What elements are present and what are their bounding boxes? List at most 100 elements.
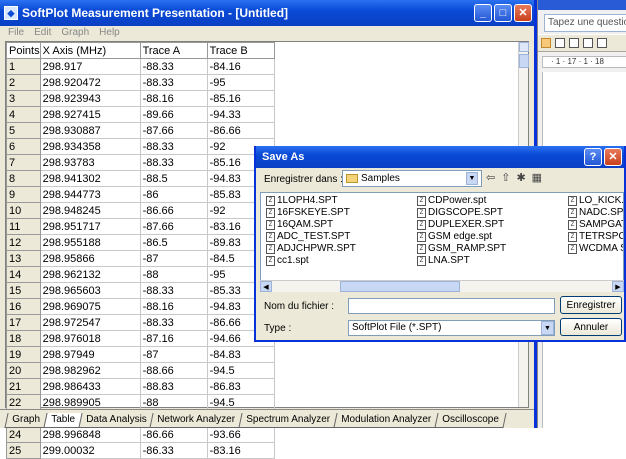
file-item[interactable]: ZSAMPGATE.	[568, 219, 623, 230]
file-item[interactable]: Zcc1.spt	[266, 255, 309, 266]
tab-spectrum-analyzer[interactable]: Spectrum Analyzer	[238, 413, 338, 428]
cell-point[interactable]: 10	[6, 202, 41, 219]
file-item[interactable]: Z GSM edge.spt	[417, 231, 492, 242]
cell-x-axis[interactable]: 298.976018	[39, 330, 141, 347]
cell-trace-a[interactable]: -88.16	[139, 90, 208, 107]
cell-x-axis[interactable]: 298.97949	[39, 346, 141, 363]
cell-x-axis[interactable]: 298.951717	[39, 218, 141, 235]
cell-point[interactable]: 5	[6, 122, 41, 139]
cell-trace-b[interactable]: -84.83	[206, 346, 275, 363]
file-item[interactable]: Z GSM_RAMP.SPT	[417, 243, 506, 254]
file-item[interactable]: Z ADJCHPWR.SPT	[266, 243, 356, 254]
numbering-icon[interactable]	[569, 38, 579, 48]
cell-trace-a[interactable]: -86.5	[139, 234, 208, 251]
file-item[interactable]: Z LNA.SPT	[417, 255, 470, 266]
file-item[interactable]: Z ADC_TEST.SPT	[266, 231, 350, 242]
bullets-icon[interactable]	[583, 38, 593, 48]
cell-trace-a[interactable]: -88.5	[139, 170, 208, 187]
align-center-icon[interactable]	[555, 38, 565, 48]
up-folder-icon[interactable]: ⇧	[501, 171, 510, 184]
maximize-button[interactable]: □	[494, 4, 512, 22]
cell-x-axis[interactable]: 298.962132	[39, 266, 141, 283]
file-type-dropdown[interactable]: SoftPlot File (*.SPT) ▼	[348, 320, 555, 336]
cell-trace-a[interactable]: -87	[139, 346, 208, 363]
tab-oscilloscope[interactable]: Oscilloscope	[434, 413, 507, 428]
file-item[interactable]: Z DUPLEXER.SPT	[417, 219, 504, 230]
scroll-left-button[interactable]: ◀	[260, 281, 272, 292]
cell-point[interactable]: 15	[6, 282, 41, 299]
cell-x-axis[interactable]: 298.944773	[39, 186, 141, 203]
file-item[interactable]: ZLO_KICK.SPT	[568, 195, 623, 206]
cell-x-axis[interactable]: 298.920472	[39, 74, 141, 91]
new-folder-icon[interactable]: ✱	[516, 171, 525, 184]
save-button[interactable]: Enregistrer	[560, 296, 622, 314]
horizontal-scrollbar[interactable]: ◀ ▶	[260, 280, 624, 292]
chevron-down-icon[interactable]: ▼	[541, 321, 554, 335]
cell-trace-a[interactable]: -86	[139, 186, 208, 203]
tab-table[interactable]: Table	[43, 413, 83, 428]
file-item[interactable]: Z CDPower.spt	[417, 195, 486, 206]
cell-trace-a[interactable]: -86.33	[139, 442, 208, 459]
file-item[interactable]: ZNADC.SPT	[568, 207, 623, 218]
cell-point[interactable]: 1	[6, 58, 41, 75]
cell-trace-a[interactable]: -88.33	[139, 282, 208, 299]
scroll-right-button[interactable]: ▶	[612, 281, 624, 292]
menu-graph[interactable]: Graph	[56, 26, 94, 40]
file-item[interactable]: ZTETRSPCT.S	[568, 231, 623, 242]
cell-trace-a[interactable]: -88.33	[139, 154, 208, 171]
cell-trace-a[interactable]: -88.33	[139, 74, 208, 91]
ask-question-input[interactable]: Tapez une question	[544, 14, 626, 32]
cell-trace-b[interactable]: -93.66	[206, 426, 275, 443]
cell-point[interactable]: 3	[6, 90, 41, 107]
h-scroll-thumb[interactable]	[340, 281, 460, 292]
cell-trace-b[interactable]: -95	[206, 74, 275, 91]
cell-point[interactable]: 12	[6, 234, 41, 251]
cell-trace-b[interactable]: -86.66	[206, 122, 275, 139]
cell-trace-a[interactable]: -88	[139, 266, 208, 283]
cell-x-axis[interactable]: 298.965603	[39, 282, 141, 299]
file-item[interactable]: Z 1LOPH4.SPT	[266, 195, 338, 206]
file-item[interactable]: Z 16FSKEYE.SPT	[266, 207, 350, 218]
cell-point[interactable]: 13	[6, 250, 41, 267]
tab-data-analysis[interactable]: Data Analysis	[78, 413, 154, 428]
help-button[interactable]: ?	[584, 148, 602, 166]
cell-trace-a[interactable]: -88.83	[139, 378, 208, 395]
cell-x-axis[interactable]: 298.917	[39, 58, 141, 75]
menu-edit[interactable]: Edit	[29, 26, 56, 40]
cell-trace-a[interactable]: -88.33	[139, 138, 208, 155]
column-header-points[interactable]: Points	[6, 42, 41, 59]
cell-x-axis[interactable]: 298.972547	[39, 314, 141, 331]
cell-point[interactable]: 19	[6, 346, 41, 363]
cell-x-axis[interactable]: 298.941302	[39, 170, 141, 187]
cell-x-axis[interactable]: 299.00032	[39, 442, 141, 459]
cell-trace-b[interactable]: -83.16	[206, 442, 275, 459]
cell-x-axis[interactable]: 298.982962	[39, 362, 141, 379]
cell-point[interactable]: 11	[6, 218, 41, 235]
cell-point[interactable]: 20	[6, 362, 41, 379]
view-menu-icon[interactable]: ▦	[532, 171, 542, 184]
tab-network-analyzer[interactable]: Network Analyzer	[149, 413, 243, 428]
cell-x-axis[interactable]: 298.927415	[39, 106, 141, 123]
cell-trace-a[interactable]: -87.66	[139, 218, 208, 235]
cell-point[interactable]: 14	[6, 266, 41, 283]
column-header-trace-b[interactable]: Trace B	[206, 42, 275, 59]
file-item[interactable]: ZWCDMA Spe	[568, 243, 623, 254]
cell-trace-a[interactable]: -87.66	[139, 122, 208, 139]
filename-input[interactable]	[348, 298, 555, 314]
minimize-button[interactable]: _	[474, 4, 492, 22]
cell-x-axis[interactable]: 298.934358	[39, 138, 141, 155]
cell-x-axis[interactable]: 298.969075	[39, 298, 141, 315]
dialog-close-button[interactable]: ✕	[604, 148, 622, 166]
cell-point[interactable]: 24	[6, 426, 41, 443]
cell-x-axis[interactable]: 298.948245	[39, 202, 141, 219]
cell-point[interactable]: 4	[6, 106, 41, 123]
cell-point[interactable]: 17	[6, 314, 41, 331]
cell-trace-a[interactable]: -88.33	[139, 58, 208, 75]
cell-x-axis[interactable]: 298.930887	[39, 122, 141, 139]
cell-trace-a[interactable]: -89.66	[139, 106, 208, 123]
cell-x-axis[interactable]: 298.95866	[39, 250, 141, 267]
cell-trace-a[interactable]: -88.33	[139, 314, 208, 331]
tab-modulation-analyzer[interactable]: Modulation Analyzer	[333, 413, 439, 428]
file-item[interactable]: Z 16QAM.SPT	[266, 219, 333, 230]
cell-point[interactable]: 16	[6, 298, 41, 315]
